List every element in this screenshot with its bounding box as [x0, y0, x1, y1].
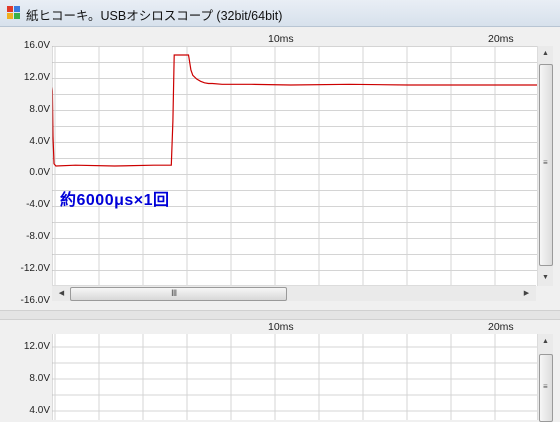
grip-icon: ≡	[543, 382, 548, 391]
scope-1-horizontal-scrollbar[interactable]: ◀ Ⅲ ▶	[52, 285, 536, 301]
scroll-left-arrow-icon[interactable]: ◀	[54, 286, 69, 301]
y-label-0v: 0.0V	[29, 167, 50, 178]
grip-icon: ≡	[543, 158, 548, 167]
y-label-minus12v: -12.0V	[20, 263, 50, 274]
y-label-minus4v: -4.0V	[26, 199, 50, 210]
pulse-annotation: 約6000μs×1回	[60, 192, 170, 209]
scope-1-plot[interactable]	[52, 46, 537, 286]
scope-2-vertical-scrollbar[interactable]: ▲ ≡	[537, 334, 553, 422]
time-label-20ms: 20ms	[488, 321, 514, 333]
horizontal-scroll-thumb[interactable]: Ⅲ	[70, 287, 287, 301]
scroll-up-arrow-icon[interactable]: ▲	[538, 46, 553, 61]
y-label-8v: 8.0V	[29, 373, 50, 384]
vertical-scroll-thumb[interactable]: ≡	[539, 64, 553, 266]
y-label-12v: 12.0V	[23, 72, 50, 83]
y-label-minus16v: -16.0V	[20, 295, 50, 306]
time-label-20ms: 20ms	[488, 33, 514, 45]
scroll-up-arrow-icon[interactable]: ▲	[538, 334, 553, 349]
y-label-16v: 16.0V	[23, 40, 50, 51]
scope-1-vertical-scrollbar[interactable]: ▲ ≡ ▼	[537, 46, 553, 286]
y-label-4v: 4.0V	[29, 136, 50, 147]
app-icon	[7, 6, 20, 19]
y-label-12v: 12.0V	[23, 341, 50, 352]
y-label-minus8v: -8.0V	[26, 231, 50, 242]
grip-icon: Ⅲ	[171, 288, 177, 298]
window-title: 紙ヒコーキ。USBオシロスコープ (32bit/64bit)	[26, 9, 283, 23]
time-label-10ms: 10ms	[268, 33, 294, 45]
y-label-8v: 8.0V	[29, 104, 50, 115]
scroll-right-arrow-icon[interactable]: ▶	[519, 286, 534, 301]
scope-2-plot[interactable]	[52, 334, 537, 420]
title-bar[interactable]: 紙ヒコーキ。USBオシロスコープ (32bit/64bit)	[0, 0, 560, 27]
vertical-scroll-thumb[interactable]: ≡	[539, 354, 553, 422]
scroll-down-arrow-icon[interactable]: ▼	[538, 270, 553, 285]
time-label-10ms: 10ms	[268, 321, 294, 333]
panel-divider[interactable]	[0, 310, 560, 320]
y-label-4v: 4.0V	[29, 405, 50, 416]
